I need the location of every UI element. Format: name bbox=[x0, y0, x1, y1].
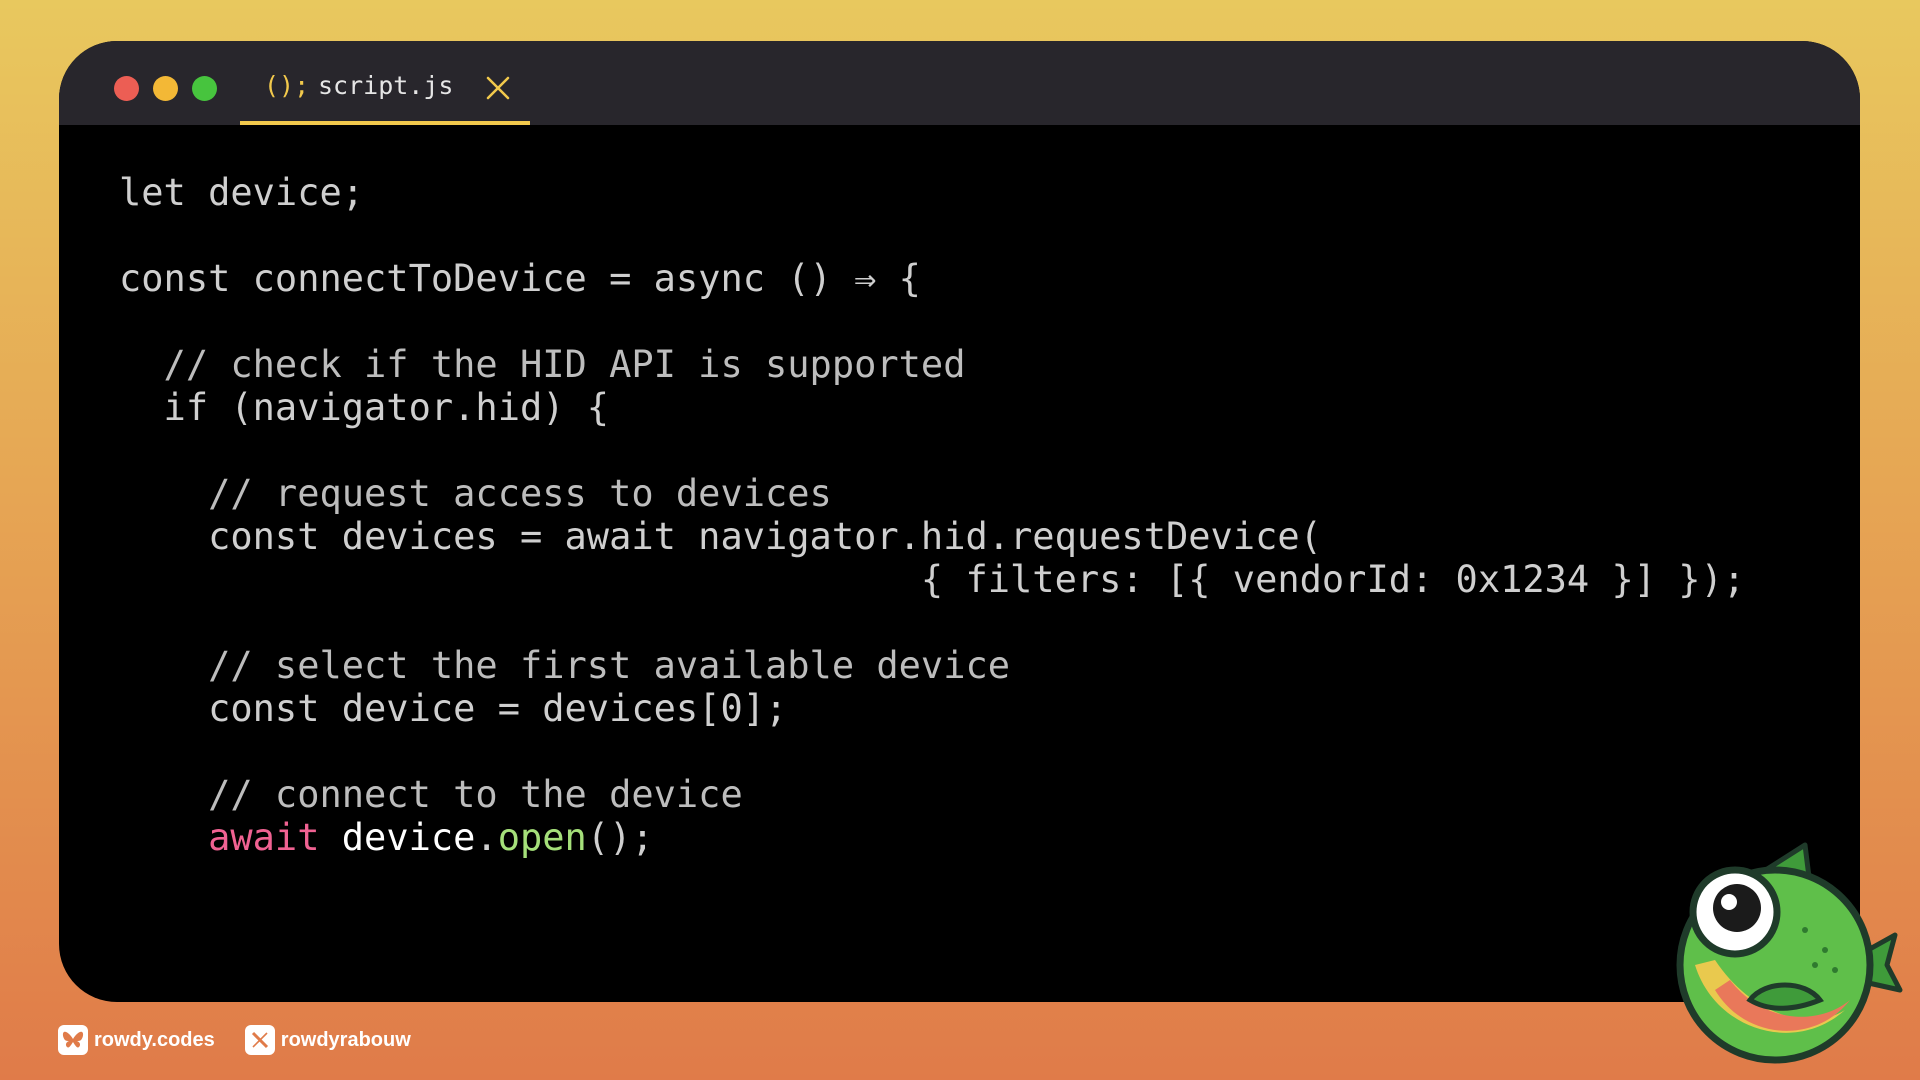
x-handle[interactable]: rowdyrabouw bbox=[244, 1025, 411, 1055]
title-bar: (); script.js bbox=[59, 41, 1860, 125]
bluesky-handle-text: rowdy.codes bbox=[94, 1028, 215, 1051]
x-logo-icon bbox=[244, 1025, 275, 1055]
code-line: const devices = await navigator.hid.requ… bbox=[119, 515, 1322, 558]
code-editor[interactable]: let device; const connectToDevice = async… bbox=[119, 171, 1745, 859]
device-identifier: device bbox=[341, 816, 476, 859]
close-icon[interactable] bbox=[485, 75, 511, 101]
maximize-window-button[interactable] bbox=[192, 76, 217, 101]
code-line-await: await device.open(); bbox=[208, 816, 654, 859]
code-line: { filters: [{ vendorId: 0x1234 }] }); bbox=[119, 558, 1746, 601]
open-method: open bbox=[497, 816, 587, 859]
code-line: const connectToDevice = async () ⇒ { bbox=[119, 257, 921, 300]
butterfly-icon bbox=[58, 1025, 88, 1055]
tab-script-js[interactable]: (); script.js bbox=[240, 41, 530, 125]
code-line: // request access to devices bbox=[119, 472, 832, 515]
code-line: if (navigator.hid) { bbox=[119, 386, 610, 429]
code-line: // check if the HID API is supported bbox=[119, 343, 966, 386]
bluesky-handle[interactable]: rowdy.codes bbox=[58, 1025, 215, 1055]
x-handle-text: rowdyrabouw bbox=[280, 1028, 411, 1051]
code-line: let device; bbox=[119, 171, 365, 214]
tab-label: script.js bbox=[318, 71, 454, 100]
social-footer: rowdy.codes rowdyrabouw bbox=[58, 1024, 411, 1056]
fish-mascot bbox=[1676, 842, 1903, 1064]
editor-window: (); script.js let device; const connectTo… bbox=[59, 41, 1860, 1002]
code-line: // select the first available device bbox=[119, 644, 1011, 687]
code-line: const device = devices[0]; bbox=[119, 687, 788, 730]
js-file-icon: (); bbox=[264, 71, 310, 100]
code-line: // connect to the device bbox=[119, 773, 743, 816]
close-window-button[interactable] bbox=[114, 76, 139, 101]
minimize-window-button[interactable] bbox=[153, 76, 178, 101]
await-keyword: await bbox=[208, 816, 320, 859]
